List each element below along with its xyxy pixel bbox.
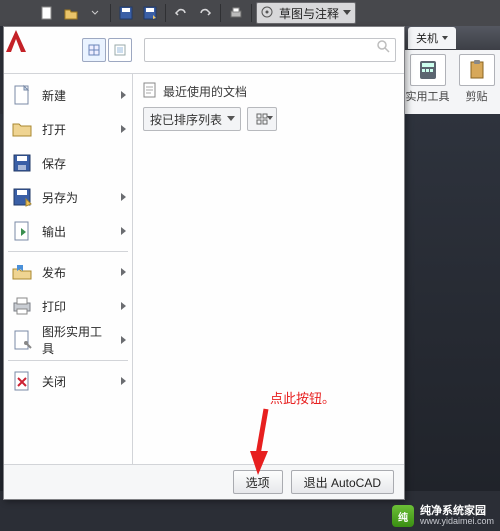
appmenu-footer: 选项 退出 AutoCAD [4,464,404,499]
ribbon-item-util[interactable]: 实用工具 [404,54,451,104]
annotation-text: 点此按钮。 [270,388,335,407]
quick-access-toolbar: 草图与注释 [0,0,500,26]
workspace-dropdown[interactable]: 草图与注释 [256,2,356,24]
chevron-right-icon [121,193,126,201]
separator [220,4,221,22]
print-icon[interactable] [225,3,247,23]
menu-search-input[interactable] [144,38,396,62]
menu-item-save[interactable]: 保存 [4,146,132,180]
ribbon-tabbar: 关机 [404,26,500,50]
save-disk-icon [10,151,34,175]
menu-item-close[interactable]: 关闭 [4,364,132,398]
ribbon-item-label: 剪贴 [466,88,488,104]
close-file-icon [10,369,34,393]
menu-divider [8,360,128,361]
workspace-label: 草图与注释 [279,5,339,22]
ribbon-tab[interactable]: 关机 [408,27,456,49]
chevron-right-icon [121,125,126,133]
recent-sort-dropdown[interactable]: 按已排序列表 [143,107,241,131]
chevron-right-icon [121,91,126,99]
chevron-down-icon [267,116,273,120]
chevron-right-icon [121,302,126,310]
open-arrow-icon[interactable] [84,3,106,23]
print-icon [10,294,34,318]
redo-icon[interactable] [194,3,216,23]
chevron-right-icon [121,377,126,385]
view-recent-button[interactable] [82,38,106,62]
open-icon[interactable] [60,3,82,23]
separator [110,4,111,22]
menu-command-list: 新建 打开 保存 另存为 输出 发布 [4,74,133,464]
recent-doc-icon [143,82,157,101]
new-icon[interactable] [36,3,58,23]
exit-button[interactable]: 退出 AutoCAD [291,470,394,494]
save-icon[interactable] [115,3,137,23]
clipboard-icon [459,54,495,86]
publish-icon [10,260,34,284]
menu-item-dwgutil[interactable]: 图形实用工具 [4,323,132,357]
ribbon-item-label: 实用工具 [406,88,450,104]
view-open-button[interactable] [108,38,132,62]
ribbon-fragment: 关机 实用工具 剪贴 [403,26,500,114]
new-file-icon [10,83,34,107]
separator [251,4,252,22]
chevron-right-icon [121,268,126,276]
chevron-right-icon [121,336,126,344]
dwg-util-icon [10,328,34,352]
recent-view-button[interactable] [247,107,277,131]
watermark-logo-icon: 纯 [392,505,414,527]
chevron-down-icon [442,36,448,40]
separator [165,4,166,22]
menu-divider [8,251,128,252]
chevron-right-icon [121,227,126,235]
calculator-icon [410,54,446,86]
app-logo-A[interactable] [2,28,30,56]
menu-item-new[interactable]: 新建 [4,78,132,112]
ribbon-item-paste[interactable]: 剪贴 [453,54,500,104]
undo-icon[interactable] [170,3,192,23]
application-menu: 新建 打开 保存 另存为 输出 发布 [3,26,405,500]
saveas-icon[interactable] [139,3,161,23]
recent-header: 最近使用的文档 [163,83,247,100]
watermark: 纯 纯净系统家园 www.yidaimei.com [392,505,494,527]
menu-item-print[interactable]: 打印 [4,289,132,323]
search-icon [376,39,390,56]
menu-item-publish[interactable]: 发布 [4,255,132,289]
open-folder-icon [10,117,34,141]
annotation-arrow-icon [250,405,276,475]
chevron-down-icon [227,116,235,121]
gear-icon [260,5,274,22]
watermark-url: www.yidaimei.com [420,517,494,526]
menu-item-export[interactable]: 输出 [4,214,132,248]
saveas-disk-icon [10,185,34,209]
chevron-down-icon [343,10,351,15]
menu-item-open[interactable]: 打开 [4,112,132,146]
menu-item-saveas[interactable]: 另存为 [4,180,132,214]
export-icon [10,219,34,243]
